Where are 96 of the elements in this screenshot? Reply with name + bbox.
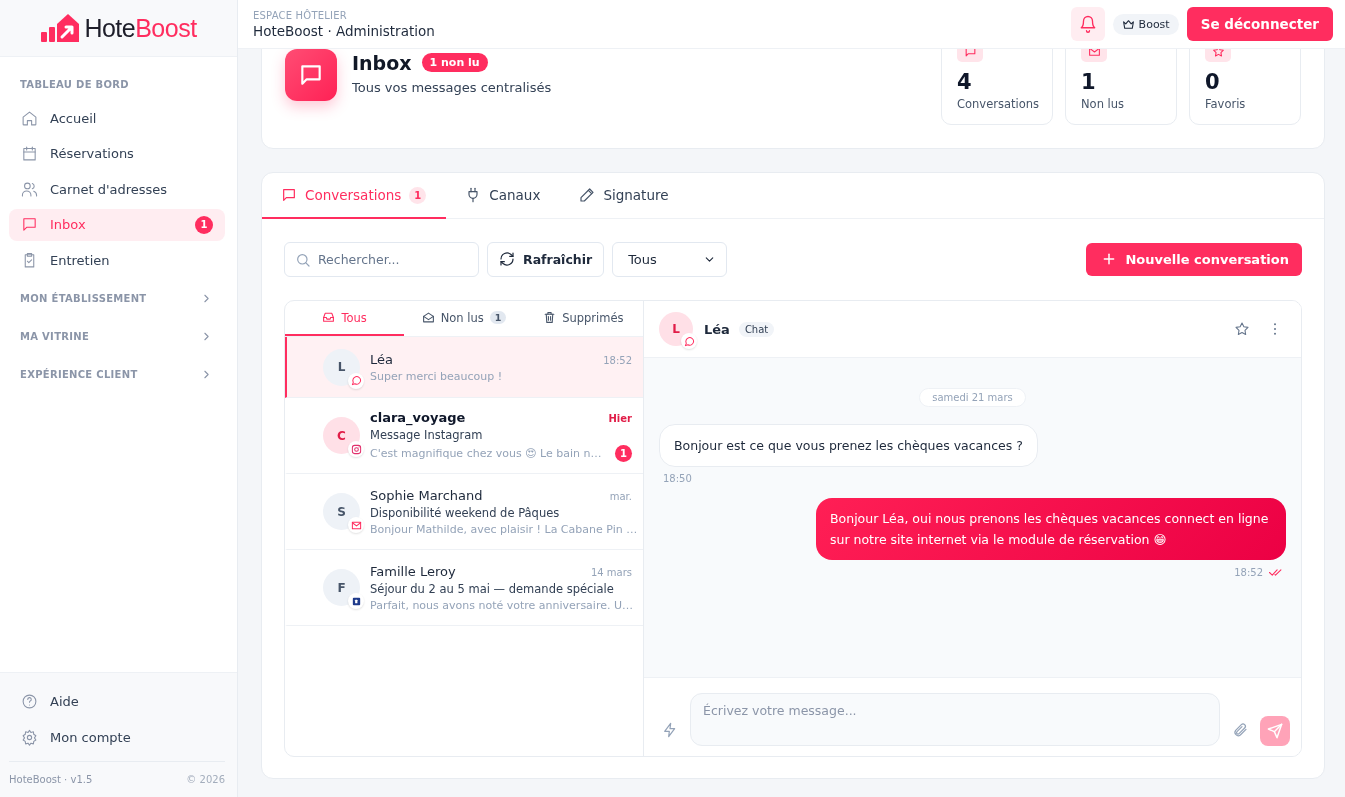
stat-value: 0 (1205, 70, 1221, 94)
search-field[interactable]: Rechercher... (284, 241, 479, 277)
message-preview: Super merci beaucoup ! (370, 369, 503, 383)
logo-text: Hote (84, 13, 136, 43)
channel-tag: Chat (738, 321, 775, 337)
tab[interactable]: Canaux (446, 173, 561, 219)
conversation-item[interactable]: F Famille Leroy 14 mars Séjour du 2 au 5 mai — demande spéciale Parfait, nous avons noté votre anniversaire. U… (285, 550, 643, 626)
help-icon (21, 693, 38, 710)
subject-text: Disponibilité weekend de Pâques (370, 505, 561, 520)
date-separator: samedi 21 mars (919, 388, 1026, 407)
contact-name: clara_voyage (370, 409, 466, 425)
chat-icon (281, 187, 297, 203)
section-heading: TABLEAU DE BORD (19, 78, 130, 92)
message-preview: Bonjour Mathilde, avec plaisir ! La Cabane Pin … (370, 522, 638, 536)
plan-badge: Boost (1112, 13, 1179, 35)
star-icon[interactable] (1234, 321, 1250, 337)
stat-value: 1 (1081, 70, 1097, 94)
nav-item[interactable]: Aide (9, 685, 225, 718)
logout-button[interactable]: Se déconnecter (1186, 7, 1333, 41)
tab[interactable]: Signature (560, 173, 689, 219)
stat-label: Non lus (1081, 97, 1126, 111)
conversation-item[interactable]: C clara_voyage Hier Message Instagram C'est magnifique chez vous 😍 Le bain n… 1 (285, 398, 643, 474)
trash-icon (543, 311, 557, 324)
instagram-icon (348, 441, 364, 457)
time-text: 18:50 (663, 473, 692, 484)
subtitle: Tous vos messages centralisés (352, 79, 552, 95)
count-badge: 1 (615, 444, 632, 462)
send-button[interactable] (1260, 716, 1290, 746)
count-badge: 1 (195, 215, 213, 234)
contact-name: Sophie Marchand (370, 487, 483, 503)
eyebrow-text: ESPACE HÔTELIER (253, 9, 348, 21)
page-title: HoteBoost · Administration (253, 22, 436, 39)
avatar: L (659, 312, 693, 346)
nav-item[interactable]: Accueil (9, 102, 225, 134)
chat-icon (21, 216, 38, 233)
count-badge: 1 (409, 186, 427, 204)
inbox-icon (322, 311, 336, 324)
send-icon (1267, 723, 1283, 739)
nav-item[interactable]: Réservations (9, 137, 225, 170)
notifications-button[interactable] (1070, 7, 1105, 41)
unread-badge: 1 non lu (421, 53, 488, 72)
nav-item[interactable]: Inbox 1 (9, 208, 225, 241)
stat-value: 4 (957, 70, 973, 94)
count-badge: 1 (489, 311, 507, 324)
subject-text: Séjour du 2 au 5 mai — demande spéciale (370, 581, 615, 596)
message-preview: Parfait, nous avons noté votre anniversaire. U… (370, 598, 633, 612)
lightning-icon[interactable] (662, 722, 678, 738)
subject-text: Message Instagram (370, 427, 484, 442)
filter-tab[interactable]: Non lus 1 (404, 301, 524, 336)
booking-icon (348, 593, 364, 609)
time-text: Hier (608, 412, 632, 424)
conversation-item[interactable]: L Léa 18:52 Super merci beaucoup ! (285, 337, 643, 398)
calendar-icon (21, 145, 38, 162)
mail-icon (421, 311, 435, 324)
nav-item[interactable]: Carnet d'adresses (9, 173, 225, 205)
pen-icon (579, 187, 596, 203)
filter-tab[interactable]: Supprimés (523, 301, 643, 336)
refresh-button[interactable]: Rafraîchir (487, 241, 605, 277)
settings-icon (21, 728, 38, 746)
tab[interactable]: Conversations 1 (262, 173, 447, 219)
message-bubble: Bonjour Léa, oui nous prenons les chèques vacances connect en ligne sur notre site internet via le module de réservation 😁 (816, 498, 1286, 560)
version-text: HoteBoost · v1.5 (9, 774, 93, 787)
nav-item[interactable]: Mon compte (9, 721, 225, 753)
mail-icon (348, 517, 364, 533)
avatar: C (323, 417, 360, 454)
time-text: mar. (609, 490, 632, 502)
contact-name: Famille Leroy (370, 563, 456, 579)
bell-icon (1078, 15, 1097, 33)
crown-icon (1121, 17, 1135, 31)
home-icon (21, 109, 38, 127)
contact-name: Léa (704, 321, 730, 337)
people-icon (21, 180, 38, 198)
message-field[interactable]: Écrivez votre message... (690, 693, 1220, 746)
contact-name: Léa (370, 351, 393, 367)
paperclip-icon[interactable] (1232, 722, 1248, 738)
inbox-title: Inbox (352, 51, 412, 74)
copyright-text: © 2026 (186, 774, 225, 787)
refresh-icon (499, 251, 515, 267)
new-conversation-button[interactable]: Nouvelle conversation (1086, 242, 1302, 276)
logo-text: Boost (135, 13, 197, 43)
time-text: 18:52 (1234, 567, 1263, 578)
message-preview: C'est magnifique chez vous 😍 Le bain n… (370, 446, 602, 460)
filter-dropdown[interactable]: Tous (612, 241, 728, 277)
nav-item[interactable]: Entretien (9, 244, 225, 276)
time-text: 18:52 (603, 354, 632, 366)
avatar: F (323, 569, 360, 606)
avatar: S (323, 493, 360, 530)
chat-bubble-icon (681, 333, 697, 349)
message-bubble: Bonjour est ce que vous prenez les chèques vacances ? (659, 424, 1038, 467)
search-icon (295, 251, 311, 268)
conversation-item[interactable]: S Sophie Marchand mar. Disponibilité weekend de Pâques Bonjour Mathilde, avec plaisir ! La Cabane Pin … (285, 474, 643, 550)
stat-label: Conversations (957, 97, 1037, 111)
time-text: 14 mars (590, 566, 632, 578)
logo-icon (40, 12, 81, 44)
avatar: L (323, 348, 360, 386)
stat-label: Favoris (1205, 97, 1247, 111)
